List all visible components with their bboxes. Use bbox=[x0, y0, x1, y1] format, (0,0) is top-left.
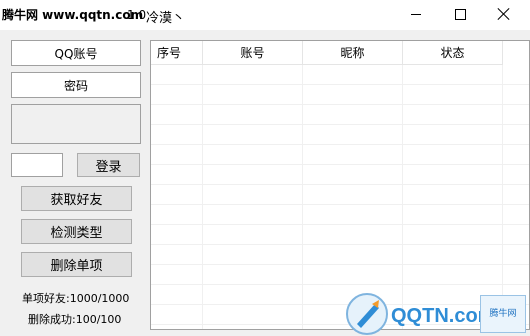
title-bar: 腾牛网 www.qqtn.com 1.0 冷漠丶 bbox=[0, 0, 530, 30]
delete-single-label: 删除单项 bbox=[50, 259, 103, 274]
qq-account-field[interactable]: QQ账号 bbox=[11, 40, 141, 66]
version-fragment: 1.0 bbox=[127, 8, 147, 22]
qq-account-label: QQ账号 bbox=[54, 46, 98, 61]
login-label: 登录 bbox=[95, 159, 122, 175]
delete-success-stat: 删除成功:100/100 bbox=[28, 313, 122, 326]
table-row bbox=[151, 85, 529, 105]
table-row bbox=[151, 65, 529, 85]
column-label-account: 账号 bbox=[240, 46, 265, 60]
minimize-button[interactable] bbox=[394, 0, 438, 28]
friend-list-table[interactable]: 序号 账号 昵称 状态 bbox=[150, 40, 530, 330]
table-row bbox=[151, 245, 529, 265]
column-label-status: 状态 bbox=[440, 46, 465, 60]
maximize-icon bbox=[454, 8, 466, 20]
watermark-text: 腾牛网 www.qqtn.com bbox=[2, 8, 144, 22]
column-label-nickname: 昵称 bbox=[340, 46, 365, 60]
close-button[interactable] bbox=[482, 0, 526, 28]
maximize-button[interactable] bbox=[438, 0, 482, 28]
table-header: 序号 账号 昵称 状态 bbox=[151, 41, 529, 65]
column-header-nickname[interactable]: 昵称 bbox=[303, 41, 403, 65]
single-friends-stat: 单项好友:1000/1000 bbox=[22, 292, 130, 305]
column-label-index: 序号 bbox=[157, 46, 182, 60]
password-field[interactable]: 密码 bbox=[11, 72, 141, 98]
table-row bbox=[151, 265, 529, 285]
column-header-index[interactable]: 序号 bbox=[151, 41, 203, 65]
table-row bbox=[151, 225, 529, 245]
table-row bbox=[151, 105, 529, 125]
login-button[interactable]: 登录 bbox=[77, 153, 140, 177]
table-row bbox=[151, 125, 529, 145]
table-row bbox=[151, 145, 529, 165]
captcha-image-box bbox=[11, 104, 141, 144]
table-row bbox=[151, 205, 529, 225]
brand-badge: 腾牛网 bbox=[480, 295, 526, 333]
window-title: 冷漠丶 bbox=[146, 11, 186, 26]
minimize-icon bbox=[411, 13, 421, 15]
qqtn-logo: QQTN.com bbox=[346, 293, 485, 335]
table-row bbox=[151, 165, 529, 185]
close-icon bbox=[498, 8, 510, 20]
delete-single-button[interactable]: 删除单项 bbox=[21, 252, 132, 277]
password-label: 密码 bbox=[63, 78, 88, 93]
column-header-account[interactable]: 账号 bbox=[203, 41, 303, 65]
detect-type-button[interactable]: 检测类型 bbox=[21, 219, 132, 244]
table-row bbox=[151, 185, 529, 205]
column-header-status[interactable]: 状态 bbox=[403, 41, 503, 65]
brand-badge-text: 腾牛网 bbox=[489, 308, 517, 319]
detect-type-label: 检测类型 bbox=[50, 226, 103, 241]
get-friends-button[interactable]: 获取好友 bbox=[21, 186, 132, 211]
logo-text: QQTN.com bbox=[391, 305, 485, 327]
captcha-input[interactable] bbox=[11, 153, 63, 177]
get-friends-label: 获取好友 bbox=[50, 193, 103, 208]
